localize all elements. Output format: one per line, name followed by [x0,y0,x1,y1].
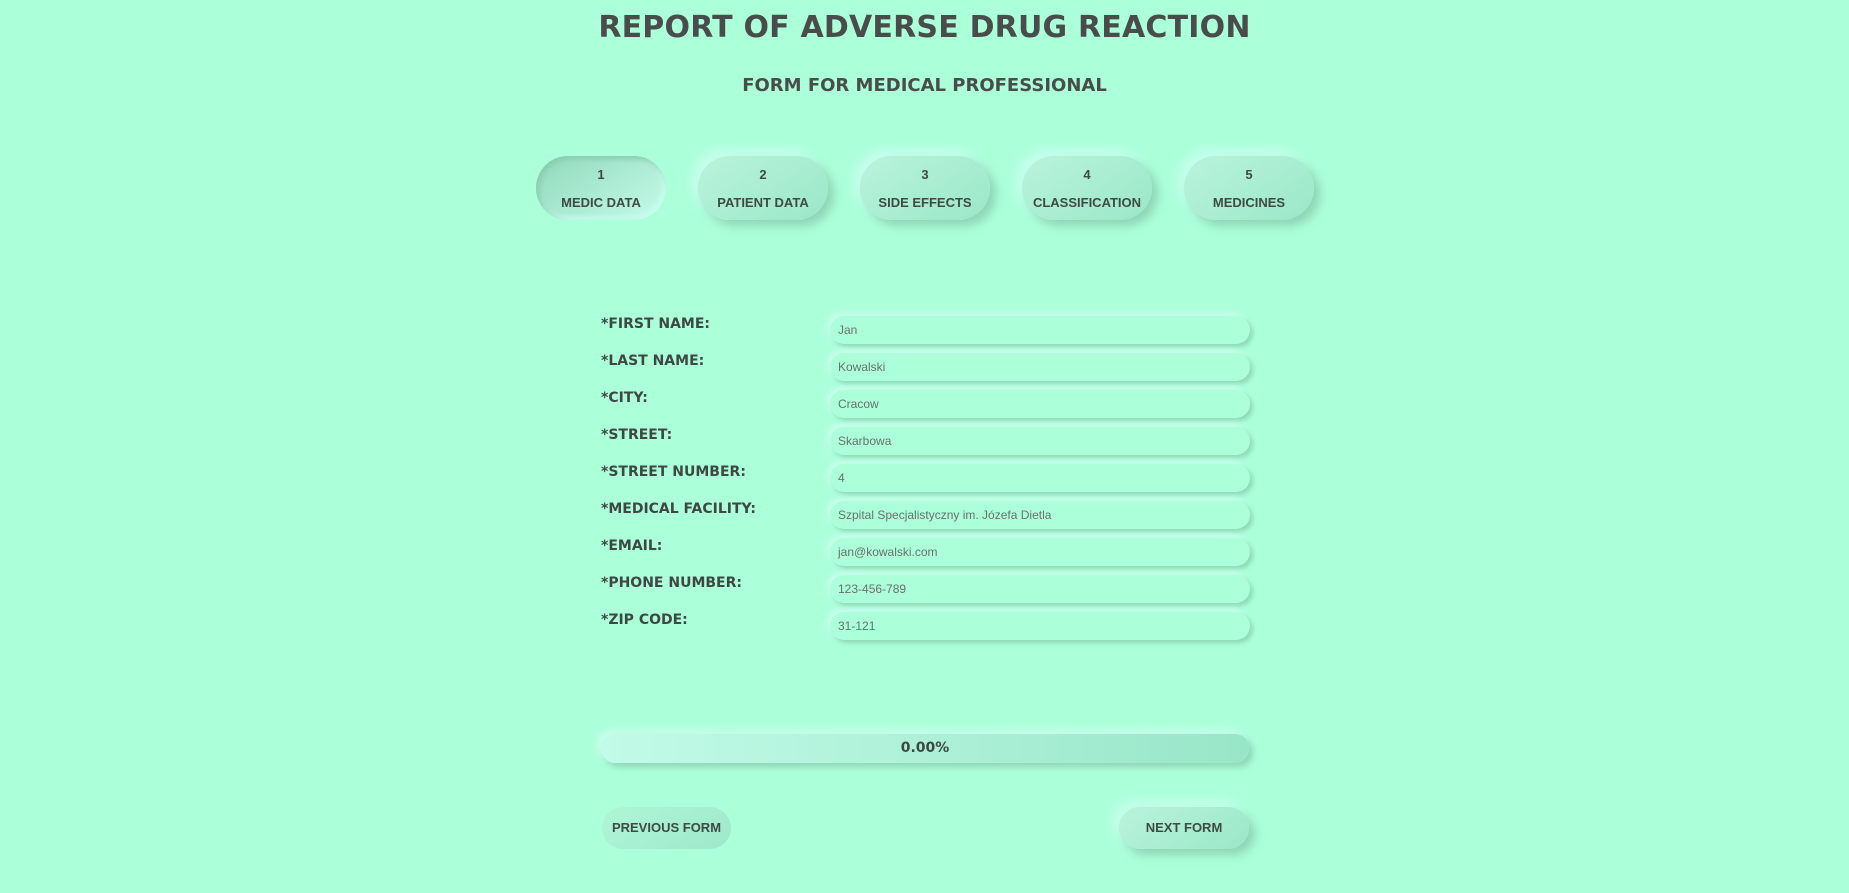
step-label: MEDIC DATA [561,194,641,210]
step-tab-side-effects[interactable]: 3 SIDE EFFECTS [860,156,990,220]
last-name-field[interactable]: Kowalski [830,353,1250,381]
form-row-first-name: *FIRST NAME: Jan [601,316,1250,353]
page-subtitle: FORM FOR MEDICAL PROFESSIONAL [742,75,1107,96]
street-number-label: *STREET NUMBER: [601,464,746,480]
step-number: 3 [921,166,929,182]
step-number: 5 [1245,166,1253,182]
medical-facility-label: *MEDICAL FACILITY: [601,501,757,517]
zip-code-field[interactable]: 31-121 [830,612,1250,640]
last-name-label: *LAST NAME: [601,353,705,369]
step-tab-classification[interactable]: 4 CLASSIFICATION [1022,156,1152,220]
medic-data-form: *FIRST NAME: Jan *LAST NAME: Kowalski *C… [601,316,1250,649]
step-number: 4 [1083,166,1091,182]
previous-form-button[interactable]: PREVIOUS FORM [602,807,731,849]
street-number-field[interactable]: 4 [830,464,1250,492]
medical-facility-field[interactable]: Szpital Specjalistyczny im. Józefa Dietl… [830,501,1250,529]
form-row-medical-facility: *MEDICAL FACILITY: Szpital Specjalistycz… [601,501,1250,538]
first-name-label: *FIRST NAME: [601,316,711,332]
form-row-street: *STREET: Skarbowa [601,427,1250,464]
form-row-street-number: *STREET NUMBER: 4 [601,464,1250,501]
step-label: MEDICINES [1212,194,1286,210]
form-progress-bar: 0.00% [601,734,1249,763]
form-row-last-name: *LAST NAME: Kowalski [601,353,1250,390]
form-row-zip-code: *ZIP CODE: 31-121 [601,612,1250,649]
city-label: *CITY: [601,390,648,406]
phone-number-label: *PHONE NUMBER: [601,575,742,591]
zip-code-label: *ZIP CODE: [601,612,688,628]
city-field[interactable]: Cracow [830,390,1250,418]
page-title: REPORT OF ADVERSE DRUG REACTION [598,10,1251,45]
email-field[interactable]: jan@kowalski.com [830,538,1250,566]
street-label: *STREET: [601,427,673,443]
step-tab-medicines[interactable]: 5 MEDICINES [1184,156,1314,220]
next-form-button[interactable]: NEXT FORM [1119,807,1249,849]
email-label: *EMAIL: [601,538,663,554]
first-name-field[interactable]: Jan [830,316,1250,344]
step-label: SIDE EFFECTS [878,194,972,210]
progress-text: 0.00% [900,740,950,756]
step-tab-patient-data[interactable]: 2 PATIENT DATA [698,156,828,220]
step-tab-medic-data[interactable]: 1 MEDIC DATA [536,156,666,220]
phone-number-field[interactable]: 123-456-789 [830,575,1250,603]
step-label: PATIENT DATA [717,194,809,210]
street-field[interactable]: Skarbowa [830,427,1250,455]
step-label: CLASSIFICATION [1032,194,1142,210]
step-number: 1 [597,166,605,182]
form-row-email: *EMAIL: jan@kowalski.com [601,538,1250,575]
step-navigation: 1 MEDIC DATA 2 PATIENT DATA 3 SIDE EFFEC… [536,156,1314,220]
step-number: 2 [759,166,767,182]
form-row-city: *CITY: Cracow [601,390,1250,427]
form-row-phone-number: *PHONE NUMBER: 123-456-789 [601,575,1250,612]
